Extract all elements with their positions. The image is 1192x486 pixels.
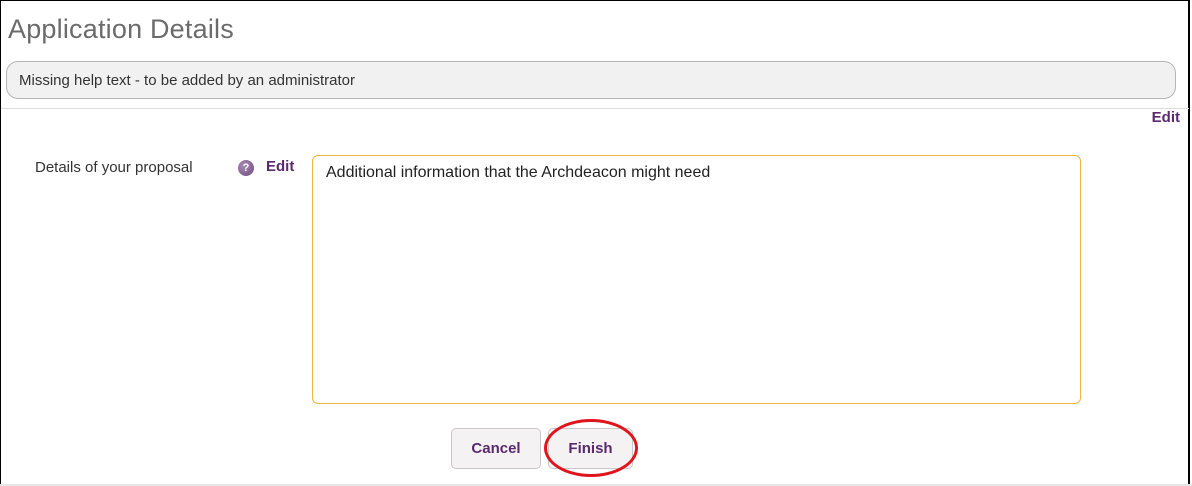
proposal-label: Details of your proposal (35, 159, 193, 176)
edit-field-link[interactable]: Edit (266, 158, 294, 175)
edit-help-link[interactable]: Edit (1152, 109, 1180, 126)
page-title: Application Details (8, 14, 234, 44)
proposal-textarea[interactable]: Additional information that the Archdeac… (312, 155, 1081, 404)
divider (1, 108, 1189, 109)
help-icon[interactable]: ? (238, 160, 254, 176)
help-text-box: Missing help text - to be added by an ad… (6, 61, 1176, 99)
cancel-button[interactable]: Cancel (451, 428, 541, 469)
finish-button[interactable]: Finish (548, 428, 633, 469)
